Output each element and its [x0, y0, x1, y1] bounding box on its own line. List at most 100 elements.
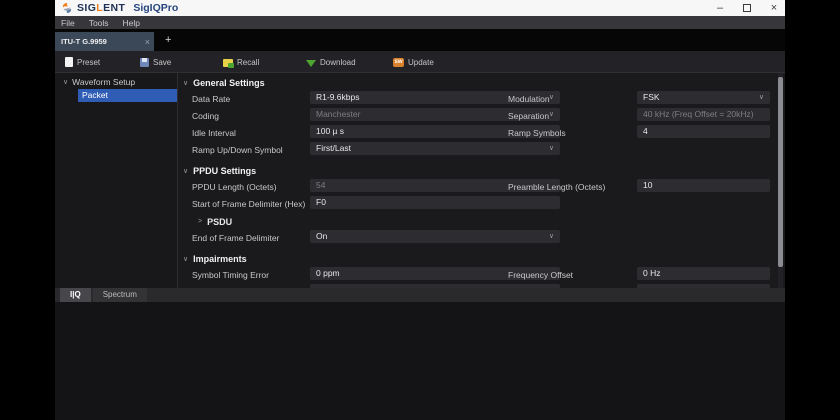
ramp-up-down-symbol-select[interactable]: First/Last ∨	[310, 142, 560, 155]
field-value: R1-9.6kbps	[316, 92, 359, 102]
field-label: End of Frame Delimiter	[192, 233, 279, 243]
field-value: 10	[643, 180, 652, 190]
tree-node-label: Waveform Setup	[72, 77, 135, 87]
bottom-tab-iq[interactable]: I|Q	[60, 288, 91, 302]
document-icon	[65, 57, 73, 67]
field-value: 0 ppm	[316, 268, 340, 278]
document-tab-bar: ITU-T G.9959 × +	[55, 29, 785, 51]
floppy-icon	[140, 58, 149, 67]
desktop-background: SIGLENT SigIQPro – × File Tools Help ITU-T…	[0, 0, 840, 420]
field-value: 40 kHz (Freq Offset = 20kHz)	[643, 109, 754, 119]
window-controls: – ×	[715, 0, 779, 16]
form-row: Symbol Timing Error 0 ppm Frequency Offset…	[192, 267, 775, 284]
field-value: 100 µ s	[316, 126, 344, 136]
field-value: Manchester	[316, 109, 360, 119]
update-icon: sw	[393, 58, 404, 67]
tab-itu-t-g9959[interactable]: ITU-T G.9959 ×	[55, 32, 154, 51]
tree-node-waveform-setup[interactable]: ∨ Waveform Setup	[63, 77, 135, 87]
waveform-setup-tree: ∨ Waveform Setup Packet	[55, 73, 178, 288]
tree-node-packet[interactable]: Packet	[78, 89, 177, 102]
form-row: PPDU Length (Octets) 54 Preamble Length (O…	[192, 179, 775, 196]
maximize-icon[interactable]	[743, 4, 751, 12]
toolbar: Preset Save Recall Download sw Update	[55, 51, 785, 73]
frequency-offset-input[interactable]: 0 Hz	[637, 267, 770, 280]
chevron-down-icon: ∨	[549, 142, 554, 155]
section-title: Impairments	[193, 254, 247, 264]
field-label: Separation	[508, 111, 549, 121]
field-label: Frequency Offset	[508, 270, 573, 280]
field-label: Ramp Up/Down Symbol	[192, 145, 283, 155]
brand-text: SIGLENT	[77, 2, 125, 14]
toolbar-button-label: Update	[408, 58, 434, 67]
menu-item-file[interactable]: File	[61, 18, 75, 28]
field-label: PPDU Length (Octets)	[192, 182, 277, 192]
form-row: Start of Frame Delimiter (Hex) F0	[192, 196, 775, 213]
bottom-panel: I|QSpectrum I1.0000.5000.000-0.500-1.000…	[55, 288, 785, 420]
subgroup-title: PSDU	[207, 217, 232, 227]
menu-bar: File Tools Help	[55, 16, 785, 29]
field-value: 54	[316, 180, 325, 190]
section-title: PPDU Settings	[193, 166, 256, 176]
save-button[interactable]: Save	[140, 51, 171, 73]
section-title: General Settings	[193, 78, 265, 88]
subgroup-psdu[interactable]: > PSDU	[192, 213, 775, 230]
siglent-logo-icon	[61, 2, 73, 14]
chevron-down-icon: ∨	[549, 230, 554, 243]
menu-item-tools[interactable]: Tools	[89, 18, 109, 28]
separation-input: 40 kHz (Freq Offset = 20kHz)	[637, 108, 770, 121]
bottom-tab-strip: I|QSpectrum	[55, 288, 785, 302]
preset-button[interactable]: Preset	[65, 51, 100, 73]
modulation-select[interactable]: FSK ∨	[637, 91, 770, 104]
vertical-scrollbar-track[interactable]	[778, 73, 783, 288]
download-button[interactable]: Download	[306, 51, 356, 73]
start-of-frame-delimiter-hex-input[interactable]: F0	[310, 196, 560, 209]
field-label: Coding	[192, 111, 219, 121]
sigiqpro-window: SIGLENT SigIQPro – × File Tools Help ITU-T…	[55, 0, 785, 420]
preamble-length-octets-input[interactable]: 10	[637, 179, 770, 192]
chevron-right-icon: >	[198, 218, 202, 225]
app-name: SigIQPro	[133, 2, 178, 14]
field-label: Start of Frame Delimiter (Hex)	[192, 199, 305, 209]
section-header-general-settings[interactable]: ∨ General Settings	[183, 75, 775, 91]
field-value: FSK	[643, 92, 660, 102]
form-row: Coding Manchester ∨Separation 40 kHz (Freq …	[192, 108, 775, 125]
tab-close-icon[interactable]: ×	[145, 37, 150, 47]
toolbar-button-label: Download	[320, 58, 356, 67]
field-label: Modulation	[508, 94, 550, 104]
menu-item-help[interactable]: Help	[123, 18, 140, 28]
field-value: On	[316, 231, 327, 241]
chevron-down-icon: ∨	[183, 79, 188, 87]
title-bar[interactable]: SIGLENT SigIQPro – ×	[55, 0, 785, 16]
form-row: Idle Interval100 µ sRamp Symbols4	[192, 125, 775, 142]
ramp-symbols-input[interactable]: 4	[637, 125, 770, 138]
end-of-frame-delimiter-select[interactable]: On ∨	[310, 230, 560, 243]
bottom-tab-spectrum[interactable]: Spectrum	[93, 288, 147, 302]
field-label: Preamble Length (Octets)	[508, 182, 605, 192]
close-icon[interactable]: ×	[769, 3, 779, 13]
chevron-down-icon: ∨	[63, 78, 68, 86]
add-tab-button[interactable]: +	[165, 34, 171, 46]
toolbar-button-label: Recall	[237, 58, 259, 67]
vertical-scrollbar-thumb[interactable]	[778, 77, 783, 267]
section-header-impairments[interactable]: ∨ Impairments	[183, 251, 775, 267]
chevron-down-icon: ∨	[183, 167, 188, 175]
field-value: 0 Hz	[643, 268, 660, 278]
form-row: End of Frame Delimiter On ∨	[192, 230, 775, 247]
minimize-icon[interactable]: –	[715, 3, 725, 13]
section-header-ppdu-settings[interactable]: ∨ PPDU Settings	[183, 163, 775, 179]
field-value: First/Last	[316, 143, 351, 153]
recall-button[interactable]: Recall	[223, 51, 259, 73]
form-row: Data Rate R1-9.6kbps ∨ Modulation FSK ∨	[192, 91, 775, 108]
update-button[interactable]: sw Update	[393, 51, 434, 73]
chevron-down-icon: ∨	[183, 255, 188, 263]
chevron-down-icon: ∨	[549, 108, 554, 121]
download-icon	[306, 60, 316, 67]
chevron-down-icon: ∨	[759, 91, 764, 104]
field-value: F0	[316, 197, 326, 207]
toolbar-button-label: Preset	[77, 58, 100, 67]
field-label: Idle Interval	[192, 128, 236, 138]
form-row: Ramp Up/Down Symbol First/Last ∨	[192, 142, 775, 159]
field-label: Symbol Timing Error	[192, 270, 269, 280]
field-label: Data Rate	[192, 94, 230, 104]
settings-form: ∨ General Settings Data Rate R1-9.6kbps ∨ Mod…	[178, 73, 775, 288]
